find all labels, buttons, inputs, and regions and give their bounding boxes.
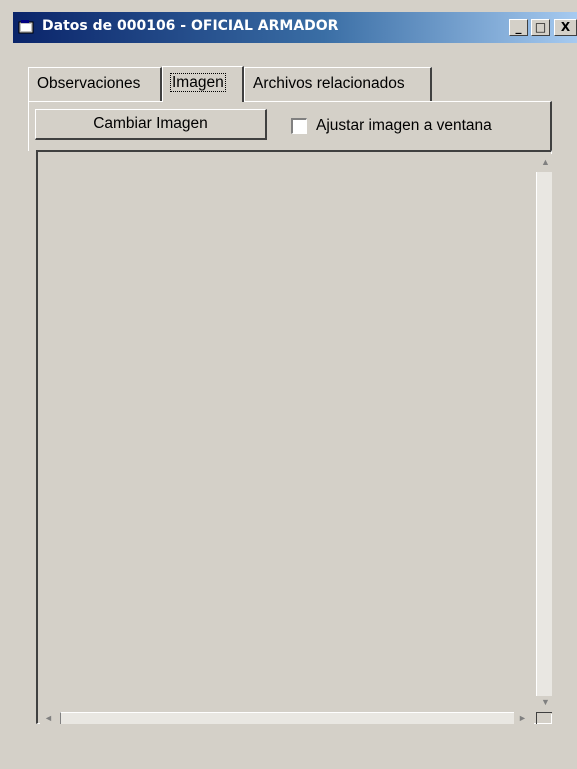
scrollbar-corner — [536, 712, 552, 724]
fit-image-checkbox[interactable] — [291, 118, 307, 134]
title-bar[interactable]: Datos de 000106 - OFICIAL ARMADOR _ □ X — [13, 12, 577, 43]
change-image-button[interactable]: Cambiar Imagen — [35, 109, 267, 140]
maximize-button[interactable]: □ — [531, 19, 550, 36]
tab-imagen[interactable]: Imagen — [162, 66, 244, 102]
horizontal-scroll-track[interactable] — [60, 712, 514, 724]
minimize-button[interactable]: _ — [509, 19, 528, 36]
tab-label: Archivos relacionados — [253, 75, 405, 92]
window-title: Datos de 000106 - OFICIAL ARMADOR — [42, 18, 339, 34]
vertical-scroll-track[interactable] — [536, 172, 552, 696]
scroll-right-icon[interactable]: ► — [518, 713, 527, 723]
tab-observaciones[interactable]: Observaciones — [28, 67, 162, 101]
tab-label: Observaciones — [37, 75, 141, 92]
scroll-up-icon[interactable]: ▲ — [541, 157, 550, 167]
close-button[interactable]: X — [554, 19, 577, 36]
tab-label: Imagen — [170, 73, 226, 92]
app-icon — [18, 20, 34, 34]
scroll-down-icon[interactable]: ▼ — [541, 697, 550, 707]
image-viewer — [36, 150, 552, 724]
fit-image-checkbox-label[interactable]: Ajustar imagen a ventana — [316, 117, 492, 135]
scroll-left-icon[interactable]: ◄ — [44, 713, 53, 723]
tab-archivos-relacionados[interactable]: Archivos relacionados — [244, 67, 432, 101]
